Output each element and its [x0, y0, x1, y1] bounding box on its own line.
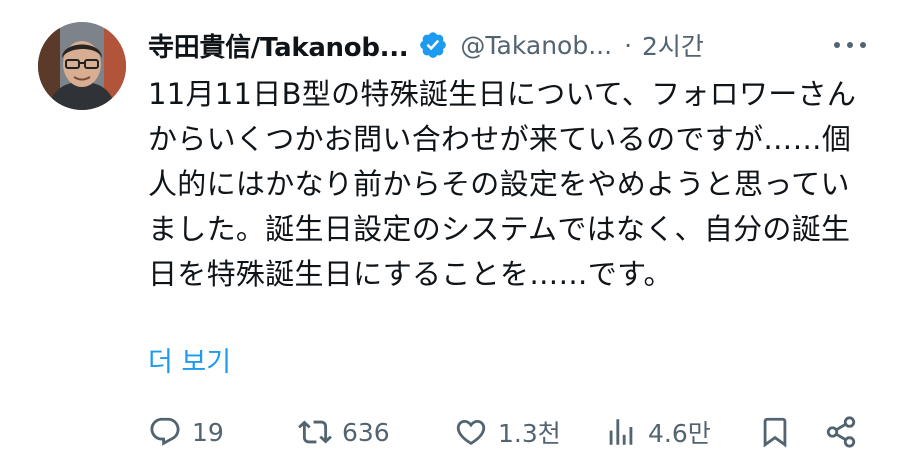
bookmark-icon — [763, 417, 787, 448]
share-icon — [826, 416, 856, 448]
views-count: 4.6만 — [648, 419, 711, 448]
author-display-name[interactable]: 寺田貴信/Takanob... — [148, 27, 408, 64]
repost-button[interactable]: 636 — [298, 408, 390, 456]
like-button[interactable]: 1.3천 — [454, 408, 561, 456]
reply-count: 19 — [192, 417, 224, 447]
more-icon[interactable] — [834, 32, 866, 58]
separator-dot: · — [624, 30, 633, 60]
verified-badge-icon — [420, 32, 447, 58]
author-handle[interactable]: @Takanob... — [460, 31, 612, 60]
bookmark-button[interactable] — [758, 408, 792, 456]
avatar-photo — [38, 22, 126, 110]
repost-icon — [298, 420, 332, 444]
like-icon — [456, 419, 486, 445]
share-button[interactable] — [824, 408, 858, 456]
tweet-text: 11月11日B型の特殊誕生日について、フォロワーさんからいくつかお問い合わせが来… — [148, 77, 857, 291]
avatar[interactable] — [38, 22, 126, 110]
show-more-link[interactable]: 더 보기 — [148, 340, 231, 379]
views-button[interactable]: 4.6만 — [604, 408, 711, 456]
tweet-header: 寺田貴信/Takanob... @Takanob... · 2시간 — [148, 22, 870, 68]
repost-count: 636 — [342, 417, 390, 447]
tweet-card[interactable]: 寺田貴信/Takanob... @Takanob... · 2시간 11月11日… — [0, 0, 900, 471]
tweet-timestamp[interactable]: 2시간 — [642, 27, 704, 63]
reply-button[interactable]: 19 — [148, 408, 224, 456]
like-count: 1.3천 — [498, 419, 561, 448]
views-icon — [609, 419, 633, 445]
tweet-actions: 19 636 1.3천 4.6만 — [148, 408, 870, 456]
reply-icon — [150, 417, 180, 446]
